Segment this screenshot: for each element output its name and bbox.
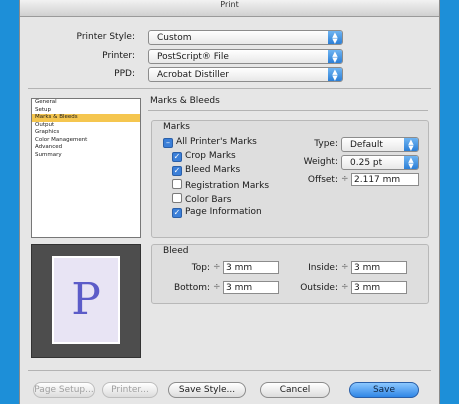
outside-label: Outside: (300, 283, 338, 293)
registration-marks-checkbox[interactable]: Registration Marks (172, 179, 269, 191)
settings-category-list[interactable]: General Setup Marks & Bleeds Output Grap… (31, 98, 141, 238)
bleed-marks-checkbox[interactable]: ✓ Bleed Marks (172, 165, 240, 176)
save-style-button[interactable]: Save Style... (168, 382, 246, 398)
type-popup[interactable]: Default ▲ ▼ (341, 137, 419, 152)
mixed-state-icon: – (163, 138, 173, 148)
sidebar-item-advanced[interactable]: Advanced (32, 144, 140, 152)
crop-marks-checkbox[interactable]: ✓ Crop Marks (172, 151, 236, 162)
offset-stepper[interactable]: ÷ (341, 174, 349, 184)
offset-label: Offset: (307, 175, 338, 185)
printer-popup[interactable]: PostScript® File ▲ ▼ (148, 49, 343, 64)
bottom-field[interactable]: 3 mm (223, 281, 279, 294)
cancel-button[interactable]: Cancel (260, 382, 330, 398)
color-bars-checkbox[interactable]: Color Bars (172, 193, 231, 205)
sidebar-item-graphics[interactable]: Graphics (32, 129, 140, 137)
up-down-arrows-icon: ▲ ▼ (328, 50, 342, 64)
printer-label: Printer: (102, 51, 135, 61)
printer-button[interactable]: Printer... (102, 382, 158, 398)
panel-title-divider (148, 110, 428, 111)
printer-style-label: Printer Style: (76, 32, 135, 42)
crop-marks-label: Crop Marks (185, 151, 236, 161)
ppd-popup[interactable]: Acrobat Distiller ▲ ▼ (148, 67, 343, 82)
marks-title: Marks (163, 122, 190, 132)
offset-field[interactable]: 2.117 mm (351, 173, 419, 186)
sidebar-item-summary[interactable]: Summary (32, 152, 140, 160)
all-printers-marks-checkbox[interactable]: – All Printer's Marks (163, 137, 257, 148)
top-field[interactable]: 3 mm (223, 261, 279, 274)
print-dialog: Print Printer Style: Custom ▲ ▼ Printer: … (19, 0, 440, 404)
weight-popup[interactable]: 0.25 pt ▲ ▼ (341, 155, 419, 170)
type-value: Default (350, 140, 383, 150)
preview-glyph: P (71, 274, 101, 325)
sidebar-item-marks-bleeds[interactable]: Marks & Bleeds (32, 114, 140, 122)
ppd-value: Acrobat Distiller (157, 70, 229, 80)
type-label: Type: (314, 139, 338, 149)
checkmark-icon: ✓ (172, 166, 182, 176)
bottom-stepper[interactable]: ÷ (213, 282, 221, 292)
inside-label: Inside: (308, 263, 338, 273)
sidebar-item-color-management[interactable]: Color Management (32, 137, 140, 145)
page-preview: P (31, 244, 141, 358)
page-setup-button[interactable]: Page Setup... (33, 382, 95, 398)
bleed-title: Bleed (163, 246, 189, 256)
sidebar-item-output[interactable]: Output (32, 122, 140, 130)
weight-value: 0.25 pt (350, 158, 383, 168)
checkmark-icon: ✓ (172, 152, 182, 162)
outside-field[interactable]: 3 mm (351, 281, 407, 294)
preview-page: P (52, 256, 120, 344)
up-down-arrows-icon: ▲ ▼ (404, 138, 418, 152)
inside-stepper[interactable]: ÷ (341, 262, 349, 272)
bottom-label: Bottom: (173, 283, 210, 293)
bleed-group (151, 244, 429, 304)
page-information-label: Page Information (185, 207, 262, 217)
up-down-arrows-icon: ▲ ▼ (328, 68, 342, 82)
outside-stepper[interactable]: ÷ (341, 282, 349, 292)
header-divider (28, 88, 431, 89)
weight-label: Weight: (303, 157, 338, 167)
printer-style-popup[interactable]: Custom ▲ ▼ (148, 30, 343, 45)
top-label: Top: (191, 263, 210, 273)
panel-title: Marks & Bleeds (150, 96, 220, 106)
checkmark-icon: ✓ (172, 208, 182, 218)
color-bars-label: Color Bars (185, 195, 232, 205)
printer-style-value: Custom (157, 33, 192, 43)
top-stepper[interactable]: ÷ (213, 262, 221, 272)
up-down-arrows-icon: ▲ ▼ (328, 31, 342, 45)
inside-field[interactable]: 3 mm (351, 261, 407, 274)
all-printers-marks-label: All Printer's Marks (176, 137, 257, 147)
bleed-marks-label: Bleed Marks (185, 165, 241, 175)
up-down-arrows-icon: ▲ ▼ (404, 156, 418, 170)
sidebar-item-setup[interactable]: Setup (32, 107, 140, 115)
registration-marks-label: Registration Marks (185, 181, 270, 191)
window-title: Print (20, 0, 439, 17)
save-button[interactable]: Save (349, 382, 419, 398)
page-information-checkbox[interactable]: ✓ Page Information (172, 207, 262, 218)
footer-divider (28, 370, 431, 371)
ppd-label: PPD: (114, 69, 135, 79)
sidebar-item-general[interactable]: General (32, 99, 140, 107)
printer-value: PostScript® File (157, 52, 229, 62)
